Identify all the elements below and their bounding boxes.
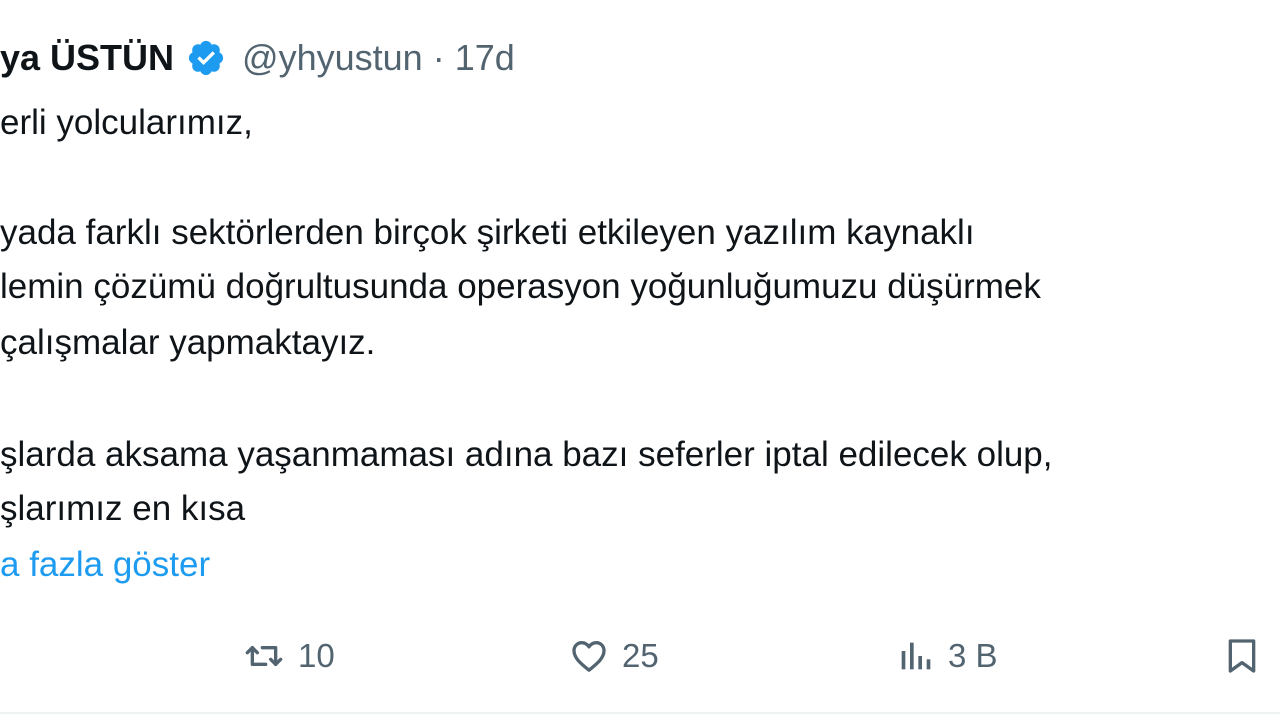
bookmark-button[interactable] xyxy=(1222,626,1262,686)
like-button[interactable]: 25 xyxy=(566,626,659,686)
tweet-text-line: erli yolcularımız, xyxy=(0,103,253,142)
author-name[interactable]: ya ÜSTÜN xyxy=(0,37,174,79)
tweet-timestamp[interactable]: 17d xyxy=(455,37,515,79)
tweet-header: ya ÜSTÜN @yhyustun · 17d xyxy=(0,30,515,86)
tweet-actions: 10 25 3 B xyxy=(0,626,1280,686)
like-count: 25 xyxy=(622,637,659,674)
retweet-button[interactable]: 10 xyxy=(240,626,335,686)
tweet-text-line: lemin çözümü doğrultusunda operasyon yoğ… xyxy=(0,267,1041,306)
tweet: ya ÜSTÜN @yhyustun · 17d erli yolcularım… xyxy=(0,0,1280,720)
bookmark-icon xyxy=(1222,633,1262,679)
views-chart-icon xyxy=(892,636,938,676)
retweet-icon xyxy=(240,636,288,676)
views-button[interactable]: 3 B xyxy=(892,626,998,686)
verified-badge-icon xyxy=(186,38,226,78)
views-count: 3 B xyxy=(948,637,998,674)
tweet-text-line: şlarımız en kısa xyxy=(0,489,246,528)
tweet-text-line: yada farklı sektörlerden birçok şirketi … xyxy=(0,213,975,252)
header-separator: · xyxy=(432,37,445,78)
retweet-count: 10 xyxy=(298,637,335,674)
tweet-text-line: şlarda aksama yaşanmaması adına bazı sef… xyxy=(0,435,1053,474)
heart-icon xyxy=(566,636,612,676)
author-handle[interactable]: @yhyustun xyxy=(242,37,423,79)
tweet-text-line: çalışmalar yapmaktayız. xyxy=(0,323,376,362)
show-more-link[interactable]: a fazla göster xyxy=(0,538,210,592)
tweet-divider xyxy=(0,712,1280,714)
